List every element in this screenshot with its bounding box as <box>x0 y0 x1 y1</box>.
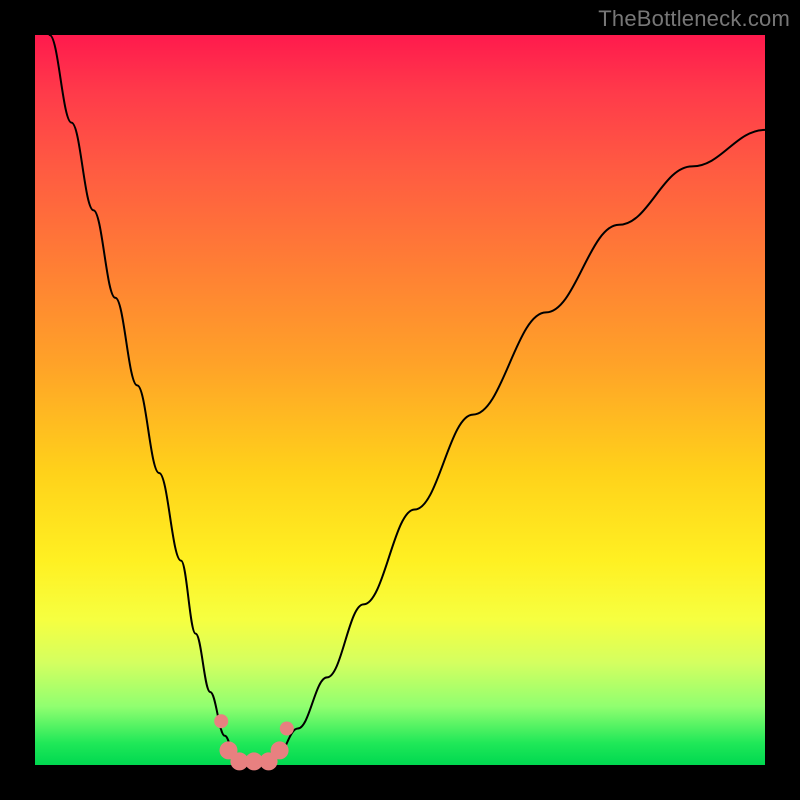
watermark-text: TheBottleneck.com <box>598 6 790 32</box>
bottleneck-curve <box>50 35 765 765</box>
chart-frame: TheBottleneck.com <box>0 0 800 800</box>
bottleneck-dot <box>271 741 289 759</box>
bottleneck-dot <box>214 714 228 728</box>
bottleneck-dot <box>280 722 294 736</box>
bottleneck-dots <box>214 714 294 770</box>
curve-svg <box>35 35 765 765</box>
plot-area <box>35 35 765 765</box>
